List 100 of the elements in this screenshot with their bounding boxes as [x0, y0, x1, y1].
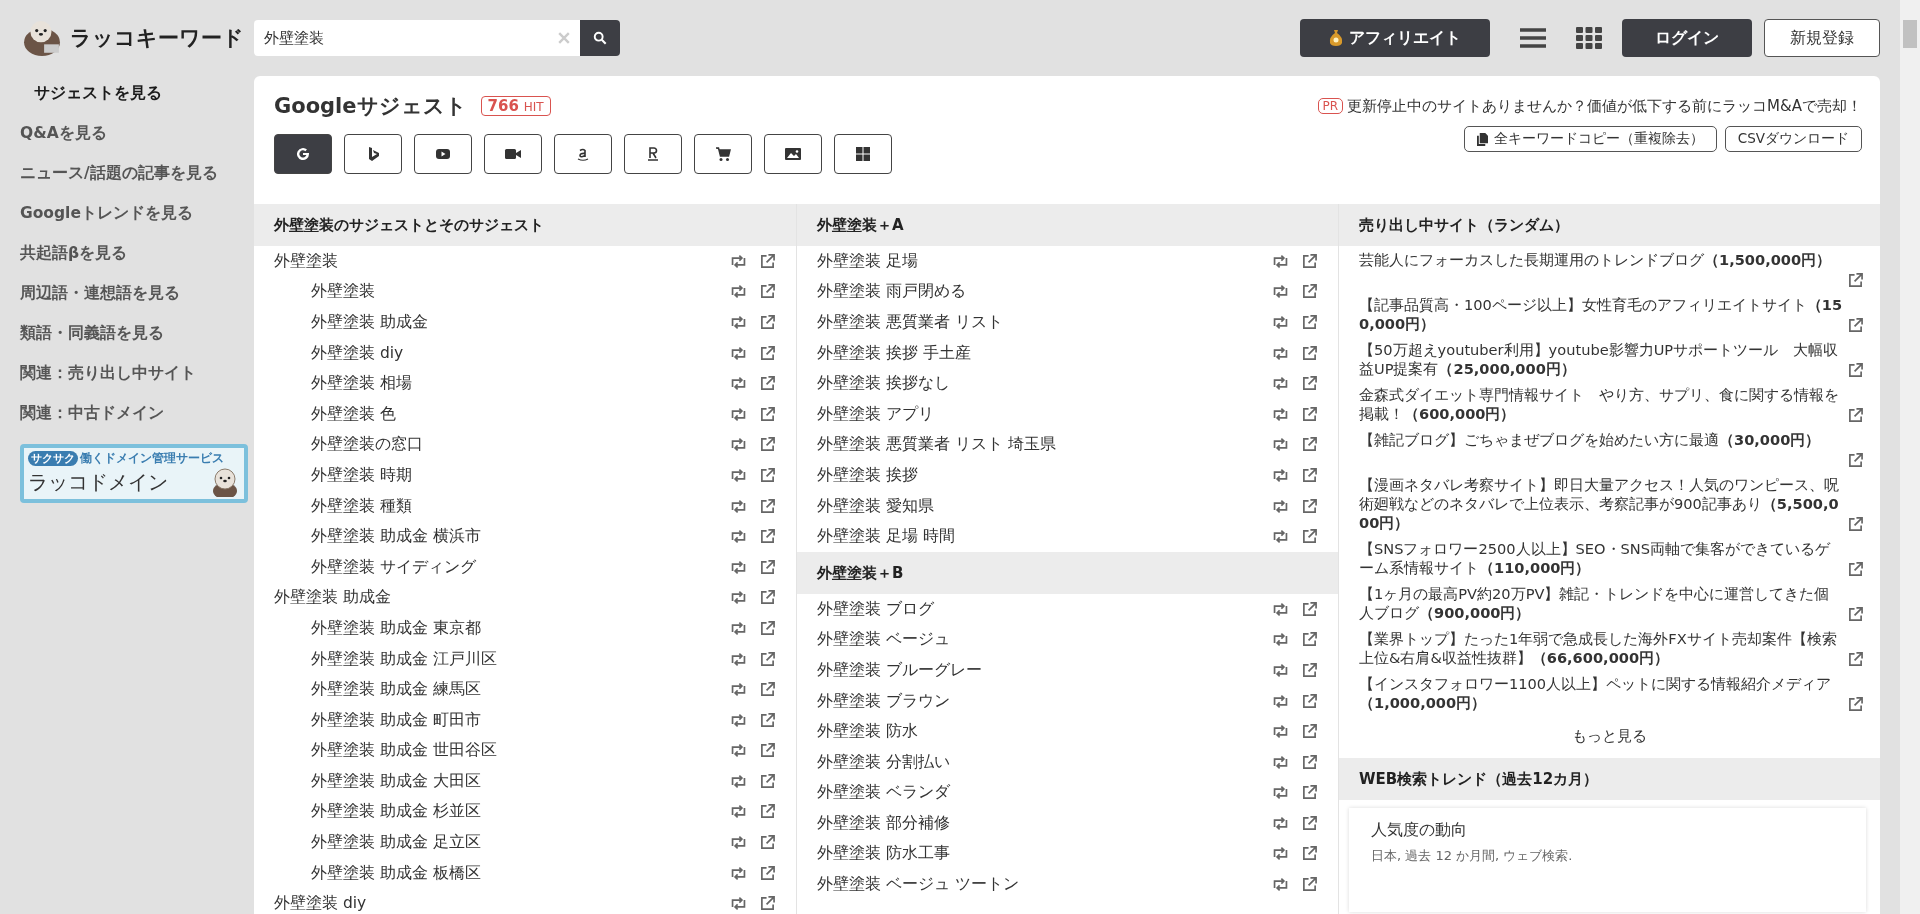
swap-icon[interactable]: [1272, 662, 1289, 678]
external-link-icon[interactable]: [1847, 607, 1864, 622]
swap-icon[interactable]: [730, 559, 747, 575]
keyword-link[interactable]: 外壁塗装 ブログ: [817, 598, 1260, 620]
external-link-icon[interactable]: [759, 773, 776, 789]
external-link-icon[interactable]: [759, 620, 776, 636]
external-link-icon[interactable]: [1301, 467, 1318, 483]
swap-icon[interactable]: [730, 376, 747, 392]
external-link-icon[interactable]: [1301, 724, 1318, 740]
external-link-icon[interactable]: [1847, 318, 1864, 333]
swap-icon[interactable]: [1272, 498, 1289, 514]
swap-icon[interactable]: [730, 437, 747, 453]
swap-icon[interactable]: [1272, 632, 1289, 648]
swap-icon[interactable]: [730, 498, 747, 514]
keyword-link[interactable]: 外壁塗装 アプリ: [817, 403, 1260, 425]
sale-site-link[interactable]: 【業界トップ】たった1年弱で急成長した海外FXサイト売却案件【検索上位&右肩&収益性抜群】（66,600,000円）: [1359, 629, 1843, 667]
external-link-icon[interactable]: [759, 467, 776, 483]
swap-icon[interactable]: [730, 712, 747, 728]
external-link-icon[interactable]: [1301, 754, 1318, 770]
keyword-link[interactable]: 外壁塗装 悪質業者 リスト: [817, 312, 1260, 333]
external-link-icon[interactable]: [1301, 815, 1318, 831]
swap-icon[interactable]: [730, 345, 747, 361]
swap-icon[interactable]: [1272, 785, 1289, 801]
keyword-link[interactable]: 外壁塗装 助成金 大田区: [311, 770, 718, 792]
external-link-icon[interactable]: [1847, 652, 1864, 667]
promo-link[interactable]: 更新停止中のサイトありませんか？価値が低下する前にラッコM&Aで売却！: [1347, 96, 1862, 116]
swap-icon[interactable]: [1272, 345, 1289, 361]
source-tab[interactable]: [834, 134, 892, 174]
swap-icon[interactable]: [730, 315, 747, 330]
sidebar-item[interactable]: Q&Aを見る: [0, 120, 254, 160]
external-link-icon[interactable]: [759, 498, 776, 514]
external-link-icon[interactable]: [759, 865, 776, 881]
keyword-link[interactable]: 外壁塗装 部分補修: [817, 812, 1260, 834]
source-tab[interactable]: [484, 134, 542, 174]
external-link-icon[interactable]: [759, 559, 776, 575]
external-link-icon[interactable]: [1847, 363, 1864, 378]
swap-icon[interactable]: [730, 406, 747, 422]
domain-banner[interactable]: サクサク 働くドメイン管理サービス ラッコドメイン: [20, 444, 248, 503]
keyword-link[interactable]: 外壁塗装 悪質業者 リスト 埼玉県: [817, 434, 1260, 456]
keyword-link[interactable]: 外壁塗装 助成金 世田谷区: [311, 740, 718, 762]
menu-icon[interactable]: [1520, 27, 1546, 49]
keyword-link[interactable]: 外壁塗装 時期: [311, 464, 718, 486]
external-link-icon[interactable]: [1847, 697, 1864, 712]
register-button[interactable]: 新規登録: [1764, 19, 1880, 57]
swap-icon[interactable]: [1272, 529, 1289, 545]
external-link-icon[interactable]: [759, 406, 776, 422]
scrollbar[interactable]: [1900, 0, 1920, 914]
external-link-icon[interactable]: [759, 804, 776, 820]
external-link-icon[interactable]: [1301, 601, 1318, 617]
sidebar-item[interactable]: 類語・同義語を見る: [0, 320, 254, 360]
external-link-icon[interactable]: [759, 896, 776, 912]
external-link-icon[interactable]: [759, 284, 776, 300]
search-button[interactable]: [580, 20, 620, 56]
keyword-link[interactable]: 外壁塗装 足場 時間: [817, 526, 1260, 548]
swap-icon[interactable]: [1272, 724, 1289, 740]
keyword-link[interactable]: 外壁塗装 助成金: [274, 587, 718, 609]
external-link-icon[interactable]: [1301, 846, 1318, 862]
swap-icon[interactable]: [1272, 376, 1289, 392]
swap-icon[interactable]: [730, 620, 747, 636]
keyword-link[interactable]: 外壁塗装 助成金 練馬区: [311, 679, 718, 701]
csv-download-button[interactable]: CSVダウンロード: [1724, 126, 1862, 152]
swap-icon[interactable]: [1272, 877, 1289, 893]
swap-icon[interactable]: [730, 773, 747, 789]
source-tab[interactable]: [554, 134, 612, 174]
external-link-icon[interactable]: [759, 743, 776, 759]
external-link-icon[interactable]: [1301, 877, 1318, 893]
external-link-icon[interactable]: [1847, 517, 1864, 532]
swap-icon[interactable]: [730, 896, 747, 912]
sidebar-item[interactable]: 周辺語・連想語を見る: [0, 280, 254, 320]
copy-keywords-button[interactable]: 全キーワードコピー（重複除去）: [1463, 126, 1717, 152]
external-link-icon[interactable]: [1847, 453, 1864, 468]
source-tab[interactable]: [344, 134, 402, 174]
keyword-link[interactable]: 外壁塗装 相場: [311, 373, 718, 395]
swap-icon[interactable]: [730, 467, 747, 483]
keyword-link[interactable]: 外壁塗装 ベージュ ツートン: [817, 874, 1260, 896]
external-link-icon[interactable]: [1301, 632, 1318, 648]
keyword-link[interactable]: 外壁塗装 助成金 杉並区: [311, 801, 718, 823]
keyword-link[interactable]: 外壁塗装 助成金 板橋区: [311, 862, 718, 884]
external-link-icon[interactable]: [1301, 406, 1318, 422]
sale-site-link[interactable]: 【1ヶ月の最高PV約20万PV】雑記・トレンドを中心に運営してきた個人ブログ（900,000円）: [1359, 584, 1843, 622]
sale-site-link[interactable]: 金森式ダイエット専門情報サイト やり方、サプリ、食に関する情報を掲載！（600,000円）: [1359, 385, 1843, 423]
swap-icon[interactable]: [1272, 601, 1289, 617]
more-link[interactable]: もっと見る: [1572, 727, 1647, 745]
sale-site-link[interactable]: 【漫画ネタバレ考察サイト】即日大量アクセス！人気のワンピース、呪術廻戦などのネタバレで上位表示、考察記事が900記事あり（5,500,000円）: [1359, 475, 1843, 532]
external-link-icon[interactable]: [1301, 693, 1318, 709]
external-link-icon[interactable]: [1847, 408, 1864, 423]
external-link-icon[interactable]: [759, 437, 776, 453]
swap-icon[interactable]: [730, 743, 747, 759]
external-link-icon[interactable]: [759, 376, 776, 392]
swap-icon[interactable]: [1272, 693, 1289, 709]
external-link-icon[interactable]: [759, 835, 776, 851]
swap-icon[interactable]: [730, 284, 747, 300]
source-tab[interactable]: [274, 134, 332, 174]
keyword-link[interactable]: 外壁塗装 助成金 足立区: [311, 832, 718, 854]
keyword-link[interactable]: 外壁塗装 ベランダ: [817, 782, 1260, 804]
keyword-link[interactable]: 外壁塗装: [311, 281, 718, 303]
swap-icon[interactable]: [1272, 406, 1289, 422]
swap-icon[interactable]: [1272, 846, 1289, 862]
source-tab[interactable]: [624, 134, 682, 174]
external-link-icon[interactable]: [1301, 284, 1318, 300]
